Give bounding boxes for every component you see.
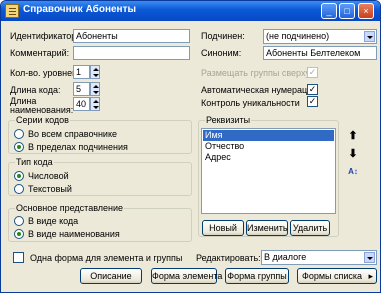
levels-spinner[interactable] [90, 65, 100, 79]
element-form-button[interactable]: Форма элемента [151, 268, 222, 284]
subordinate-value: (не подчинено) [266, 31, 330, 41]
list-item[interactable]: Отчество [203, 141, 334, 152]
series-radio-all[interactable] [14, 129, 24, 139]
series-option-all[interactable]: Во всем справочнике [28, 129, 117, 139]
title-bar[interactable]: Справочник Абоненты _ □ × [1, 1, 380, 21]
list-forms-button[interactable]: Формы списка ▸ [297, 268, 377, 284]
series-radio-subordinate[interactable] [14, 142, 24, 152]
auto-numbering-checkbox[interactable]: ✓ [307, 84, 318, 95]
levels-label: Кол-во. уровней [10, 68, 78, 78]
delete-requisite-button[interactable]: Удалить [290, 220, 330, 236]
list-item[interactable]: Имя [203, 130, 334, 141]
code-type-option-text[interactable]: Текстовый [28, 184, 72, 194]
representation-radio-code[interactable] [14, 216, 24, 226]
new-requisite-button[interactable]: Новый [202, 220, 244, 236]
requisites-list[interactable]: Имя Отчество Адрес [201, 128, 336, 214]
representation-radio-name[interactable] [14, 229, 24, 239]
description-button[interactable]: Описание [80, 268, 142, 284]
code-length-label: Длина кода: [10, 85, 61, 95]
unique-control-label[interactable]: Контроль уникальности [201, 98, 300, 108]
name-length-input[interactable]: 40 [73, 97, 90, 111]
one-form-label[interactable]: Одна форма для элемента и группы [30, 253, 182, 263]
catalog-icon [5, 4, 19, 18]
representation-group-title: Основное представление [15, 203, 125, 213]
list-item[interactable]: Адрес [203, 152, 334, 163]
down-arrow-icon[interactable]: ⬇ [346, 147, 360, 161]
comment-label: Комментарий: [10, 48, 70, 58]
window-title: Справочник Абоненты [23, 4, 137, 15]
dialog-window: Справочник Абоненты _ □ × Идентификатор:… [0, 0, 381, 293]
chevron-right-icon: ▸ [368, 271, 373, 281]
code-type-radio-numeric[interactable] [14, 171, 24, 181]
maximize-button[interactable]: □ [339, 3, 355, 19]
minimize-button[interactable]: _ [321, 3, 337, 19]
group-form-button[interactable]: Форма группы [225, 268, 289, 284]
code-type-group-title: Тип кода [15, 157, 54, 167]
code-type-option-numeric[interactable]: Числовой [28, 171, 69, 181]
list-forms-label: Формы списка [302, 271, 363, 281]
name-length-label: Длина наименования: [10, 96, 74, 115]
groups-top-checkbox[interactable]: ✓ [307, 67, 318, 78]
comment-input[interactable] [73, 46, 190, 60]
edit-label: Редактировать: [196, 253, 261, 263]
representation-option-name[interactable]: В виде наименования [28, 229, 120, 239]
name-length-spinner[interactable] [90, 97, 100, 111]
edit-mode-value: В диалоге [264, 252, 307, 262]
synonym-input[interactable]: Абоненты Белтелеком [263, 46, 377, 60]
edit-mode-select[interactable]: В диалоге [261, 250, 377, 265]
subordinate-select[interactable]: (не подчинено) [263, 29, 377, 44]
synonym-label: Синоним: [201, 48, 242, 58]
series-option-subordinate[interactable]: В пределах подчинения [28, 142, 128, 152]
unique-control-checkbox[interactable]: ✓ [307, 96, 318, 107]
change-requisite-button[interactable]: Изменить [246, 220, 288, 236]
code-length-input[interactable]: 5 [73, 82, 90, 96]
requisites-group-title: Реквизиты [205, 115, 252, 125]
chevron-down-icon[interactable] [364, 31, 375, 42]
code-type-radio-text[interactable] [14, 184, 24, 194]
chevron-down-icon[interactable] [364, 252, 375, 263]
sort-icon[interactable]: A↕ [346, 165, 360, 179]
groups-top-label: Размещать группы сверху [201, 68, 310, 78]
subordinate-label: Подчинен: [201, 31, 245, 41]
identifier-label: Идентификатор: [10, 31, 79, 41]
close-button[interactable]: × [358, 3, 374, 19]
code-length-spinner[interactable] [90, 82, 100, 96]
up-arrow-icon[interactable]: ⬆ [346, 129, 360, 143]
one-form-checkbox[interactable] [13, 252, 24, 263]
auto-numbering-label[interactable]: Автоматическая нумерация [201, 85, 317, 95]
series-group-title: Серии кодов [15, 115, 70, 125]
representation-option-code[interactable]: В виде кода [28, 216, 78, 226]
identifier-input[interactable]: Абоненты [73, 29, 190, 43]
levels-input[interactable]: 1 [73, 65, 90, 79]
